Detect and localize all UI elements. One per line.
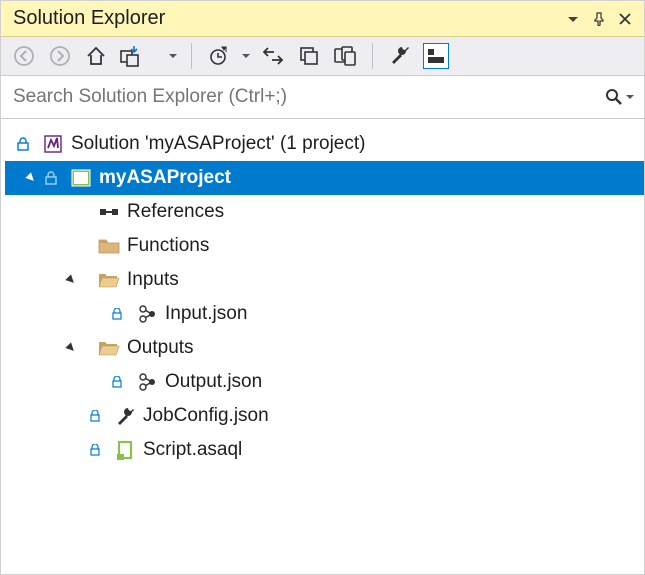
references-label: References <box>127 201 224 223</box>
expander-icon[interactable] <box>63 340 79 356</box>
project-node[interactable]: myASAProject <box>5 161 644 195</box>
panel-title: Solution Explorer <box>13 7 558 30</box>
lock-icon <box>83 438 107 462</box>
titlebar: Solution Explorer <box>1 1 644 37</box>
home-button[interactable] <box>83 43 109 69</box>
script-label: Script.asaql <box>143 439 242 461</box>
references-node[interactable]: References <box>5 195 644 229</box>
references-icon <box>97 200 121 224</box>
folder-open-icon <box>97 268 121 292</box>
script-node[interactable]: Script.asaql <box>5 433 644 467</box>
jobconfig-node[interactable]: JobConfig.json <box>5 399 644 433</box>
separator <box>191 43 192 69</box>
solution-tree: Solution 'myASAProject' (1 project) myAS… <box>1 119 644 475</box>
collapse-all-button[interactable] <box>296 43 322 69</box>
refresh-button[interactable] <box>260 43 286 69</box>
lock-icon <box>105 370 129 394</box>
show-all-files-button[interactable] <box>332 43 358 69</box>
search-bar <box>1 76 644 119</box>
config-file-icon <box>113 404 137 428</box>
expander-icon[interactable] <box>63 272 79 288</box>
json-file-icon <box>135 302 159 326</box>
lock-icon <box>39 166 63 190</box>
expander-icon[interactable] <box>23 170 39 186</box>
functions-node[interactable]: Functions <box>5 229 644 263</box>
search-button[interactable] <box>604 87 634 107</box>
separator <box>372 43 373 69</box>
outputs-label: Outputs <box>127 337 194 359</box>
toolbar <box>1 37 644 76</box>
dropdown-icon[interactable] <box>242 52 250 60</box>
solution-icon <box>41 132 65 156</box>
project-icon <box>69 166 93 190</box>
inputs-node[interactable]: Inputs <box>5 263 644 297</box>
project-label: myASAProject <box>99 167 231 189</box>
folder-icon <box>97 234 121 258</box>
inputjson-label: Input.json <box>165 303 247 325</box>
lock-icon <box>11 132 35 156</box>
properties-button[interactable] <box>387 43 413 69</box>
solution-node[interactable]: Solution 'myASAProject' (1 project) <box>5 127 644 161</box>
outputjson-label: Output.json <box>165 371 262 393</box>
window-menu-button[interactable] <box>562 8 584 30</box>
forward-button[interactable] <box>47 43 73 69</box>
json-file-icon <box>135 370 159 394</box>
lock-icon <box>105 302 129 326</box>
outputs-node[interactable]: Outputs <box>5 331 644 365</box>
inputjson-node[interactable]: Input.json <box>5 297 644 331</box>
close-button[interactable] <box>614 8 636 30</box>
back-button[interactable] <box>11 43 37 69</box>
pending-changes-button[interactable] <box>206 43 232 69</box>
preview-button[interactable] <box>423 43 449 69</box>
solution-label: Solution 'myASAProject' (1 project) <box>71 133 365 155</box>
search-input[interactable] <box>13 78 604 116</box>
lock-icon <box>83 404 107 428</box>
outputjson-node[interactable]: Output.json <box>5 365 644 399</box>
folder-open-icon <box>97 336 121 360</box>
script-file-icon <box>113 438 137 462</box>
functions-label: Functions <box>127 235 209 257</box>
dropdown-icon[interactable] <box>169 52 177 60</box>
jobconfig-label: JobConfig.json <box>143 405 269 427</box>
sync-views-button[interactable] <box>119 43 145 69</box>
inputs-label: Inputs <box>127 269 179 291</box>
pin-button[interactable] <box>588 8 610 30</box>
